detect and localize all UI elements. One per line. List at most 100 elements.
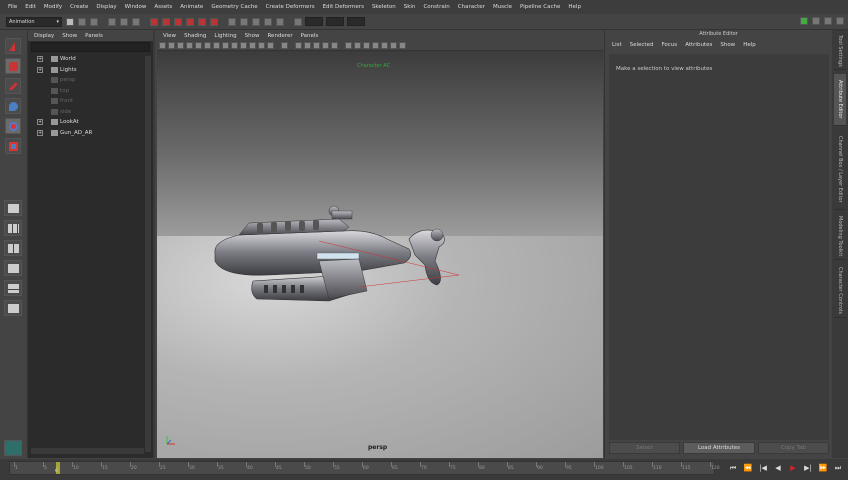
scale-tool[interactable] — [5, 138, 21, 154]
snap-plane-icon[interactable] — [186, 17, 194, 26]
render-view-icon[interactable] — [228, 17, 236, 26]
toggle-sidebar-icon[interactable] — [800, 17, 808, 25]
render-frame-icon[interactable] — [240, 17, 248, 26]
tab-tool-settings[interactable]: Tool Settings — [834, 32, 846, 70]
input-line-icon[interactable] — [294, 17, 302, 26]
grid-icon[interactable] — [213, 42, 220, 49]
ambient-occlusion-icon[interactable] — [331, 42, 338, 49]
history-icon[interactable] — [210, 17, 218, 26]
layout-single-pane[interactable] — [4, 200, 22, 216]
resolution-gate-icon[interactable] — [231, 42, 238, 49]
outliner-menu-panels[interactable]: Panels — [81, 33, 107, 39]
outliner-filter-input[interactable] — [31, 42, 150, 52]
snap-curve-icon[interactable] — [162, 17, 170, 26]
xray-icon[interactable] — [354, 42, 361, 49]
safe-action-icon[interactable] — [258, 42, 265, 49]
viewport-menu-view[interactable]: View — [159, 33, 180, 39]
film-gate-icon[interactable] — [222, 42, 229, 49]
field-chart-icon[interactable] — [249, 42, 256, 49]
hypershade-icon[interactable] — [276, 17, 284, 26]
step-forward-key-button[interactable]: ⏩ — [817, 463, 829, 474]
outliner-item-lookat[interactable]: + LookAt — [28, 117, 153, 128]
layout-four-pane[interactable] — [4, 220, 22, 236]
menu-create[interactable]: Create — [66, 4, 92, 10]
3d-scene[interactable]: Character AC persp — [157, 51, 603, 458]
textured-icon[interactable] — [304, 42, 311, 49]
menu-edit-deformers[interactable]: Edit Deformers — [319, 4, 368, 10]
viewport-menu-panels[interactable]: Panels — [297, 33, 323, 39]
isolate-select-icon[interactable] — [345, 42, 352, 49]
ae-menu-list[interactable]: List — [608, 42, 626, 48]
menu-assets[interactable]: Assets — [150, 4, 176, 10]
menu-skin[interactable]: Skin — [400, 4, 420, 10]
image-plane-icon[interactable] — [186, 42, 193, 49]
select-camera-icon[interactable] — [159, 42, 166, 49]
outliner-item-top[interactable]: top — [28, 86, 153, 97]
step-back-frame-button[interactable]: |◀ — [757, 463, 769, 474]
lasso-tool[interactable] — [5, 58, 21, 74]
viewport-menu-show[interactable]: Show — [241, 33, 264, 39]
expand-icon[interactable]: + — [37, 119, 43, 126]
ae-menu-selected[interactable]: Selected — [626, 42, 658, 48]
play-backward-button[interactable]: ◀ — [772, 463, 784, 474]
render-settings-icon[interactable] — [264, 17, 272, 26]
gamma-icon[interactable] — [399, 42, 406, 49]
open-scene-icon[interactable] — [78, 17, 86, 26]
viewport-menu-lighting[interactable]: Lighting — [210, 33, 240, 39]
menu-muscle[interactable]: Muscle — [489, 4, 516, 10]
load-attributes-button[interactable]: Load Attributes — [683, 442, 755, 454]
new-scene-icon[interactable] — [66, 17, 74, 26]
shadows-icon[interactable] — [322, 42, 329, 49]
input-field-z[interactable] — [347, 17, 365, 26]
grease-pencil-icon[interactable] — [204, 42, 211, 49]
menu-modify[interactable]: Modify — [40, 4, 66, 10]
safe-title-icon[interactable] — [267, 42, 274, 49]
menu-geometry-cache[interactable]: Geometry Cache — [207, 4, 261, 10]
select-button[interactable]: Select — [609, 442, 681, 454]
expand-icon[interactable]: + — [37, 129, 43, 136]
outliner-item-gun-ad-ar[interactable]: + Gun_AD_AR — [28, 128, 153, 139]
exposure-icon[interactable] — [390, 42, 397, 49]
tab-attribute-editor[interactable]: Attribute Editor — [834, 74, 846, 126]
layout-hypershade[interactable] — [4, 300, 22, 316]
toggle-channel-box-icon[interactable] — [836, 17, 844, 25]
mental-ray-icon[interactable] — [4, 440, 22, 456]
copy-tab-button[interactable]: Copy Tab — [757, 442, 829, 454]
outliner-menu-show[interactable]: Show — [58, 33, 81, 39]
play-forward-button[interactable]: ▶ — [787, 463, 799, 474]
menu-skeleton[interactable]: Skeleton — [368, 4, 400, 10]
outliner-menu-display[interactable]: Display — [30, 33, 58, 39]
bookmark-icon[interactable] — [177, 42, 184, 49]
menu-pipeline-cache[interactable]: Pipeline Cache — [516, 4, 564, 10]
step-back-key-button[interactable]: ⏪ — [742, 463, 754, 474]
xray-joints-icon[interactable] — [363, 42, 370, 49]
ae-menu-show[interactable]: Show — [716, 42, 739, 48]
tab-channel-box[interactable]: Channel Box / Layer Editor — [834, 130, 846, 210]
menu-constrain[interactable]: Constrain — [419, 4, 453, 10]
camera-attributes-icon[interactable] — [168, 42, 175, 49]
rotate-tool[interactable] — [5, 118, 21, 134]
input-field-y[interactable] — [326, 17, 344, 26]
menu-help[interactable]: Help — [564, 4, 585, 10]
go-to-end-button[interactable]: ⏭ — [832, 463, 844, 474]
outliner-horizontal-scrollbar[interactable] — [31, 448, 144, 454]
menu-edit[interactable]: Edit — [21, 4, 40, 10]
outliner-item-front[interactable]: front — [28, 96, 153, 107]
menu-create-deformers[interactable]: Create Deformers — [262, 4, 319, 10]
select-object-icon[interactable] — [120, 17, 128, 26]
2d-pan-icon[interactable] — [195, 42, 202, 49]
select-hierarchy-icon[interactable] — [108, 17, 116, 26]
tab-modeling-toolkit[interactable]: Modeling Toolkit — [834, 214, 846, 260]
menu-set-dropdown[interactable]: Animation ▾ — [6, 16, 62, 27]
gun-model[interactable] — [209, 201, 459, 311]
layout-persp-outliner[interactable] — [4, 260, 22, 276]
tab-character-controls[interactable]: Character Controls — [834, 264, 846, 318]
input-field-x[interactable] — [305, 17, 323, 26]
menu-window[interactable]: Window — [121, 4, 151, 10]
xray-components-icon[interactable] — [372, 42, 379, 49]
menu-animate[interactable]: Animate — [176, 4, 207, 10]
menu-file[interactable]: File — [4, 4, 21, 10]
expand-icon[interactable]: + — [37, 66, 43, 73]
ae-menu-focus[interactable]: Focus — [657, 42, 681, 48]
paint-select-tool[interactable] — [5, 78, 21, 94]
